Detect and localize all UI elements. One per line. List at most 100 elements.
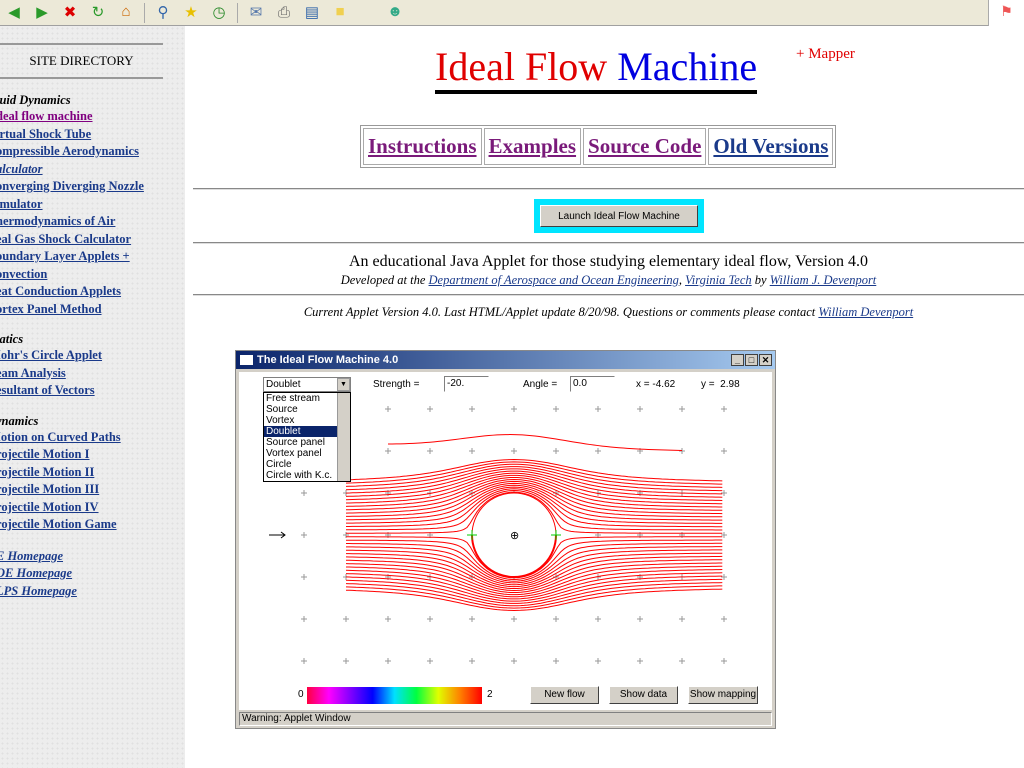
sidebar-link[interactable]: hermodynamics of Air (0, 213, 185, 231)
sidebar-link[interactable]: eat Conduction Applets (0, 283, 185, 301)
dropdown-option[interactable]: Source panel (264, 437, 338, 448)
forward-icon[interactable]: ▶ (31, 3, 53, 23)
sidebar-link[interactable]: eal Gas Shock Calculator (0, 231, 185, 249)
dropdown-option[interactable]: Source (264, 404, 338, 415)
refresh-icon[interactable]: ↻ (87, 3, 109, 23)
edit-icon[interactable]: ▤ (301, 3, 323, 23)
sidebar-link[interactable]: E Homepage (0, 548, 185, 566)
grid-marker (469, 406, 475, 412)
sidebar-link[interactable]: rojectile Motion IV (0, 499, 185, 517)
back-icon[interactable]: ◀ (3, 3, 25, 23)
grid-marker (637, 616, 643, 622)
sidebar-link[interactable]: onvection (0, 266, 185, 284)
sidebar-link[interactable]: onverging Diverging Nozzle (0, 178, 185, 196)
sidebar-link[interactable]: ompressible Aerodynamics (0, 143, 185, 161)
dropdown-option[interactable]: Doublet (264, 426, 338, 437)
grid-marker (679, 658, 685, 664)
scale-max: 2 (487, 689, 493, 700)
dropdown-option[interactable]: Circle (264, 459, 338, 470)
grid-marker (301, 490, 307, 496)
grid-marker (553, 448, 559, 454)
nav-instructions[interactable]: Instructions (363, 128, 482, 165)
dropdown-option[interactable]: Circle with K.c. (264, 470, 338, 481)
sidebar-link[interactable]: rojectile Motion Game (0, 516, 185, 534)
grid-marker (385, 448, 391, 454)
nav-examples[interactable]: Examples (483, 128, 582, 165)
angle-input[interactable]: 0.0 (570, 376, 615, 392)
dropdown-option[interactable]: Vortex (264, 415, 338, 426)
sidebar-link[interactable]: esultant of Vectors (0, 382, 185, 400)
element-select[interactable]: Doublet ▼ (263, 377, 351, 392)
launch-button[interactable]: Launch Ideal Flow Machine (540, 205, 698, 227)
version-line: Current Applet Version 4.0. Last HTML/Ap… (193, 305, 1024, 320)
sidebar-section-heading: tatics (0, 332, 24, 346)
close-icon[interactable]: ✕ (759, 354, 772, 366)
sidebar-link[interactable]: rojectile Motion I (0, 446, 185, 464)
grid-marker (679, 448, 685, 454)
minimize-icon[interactable]: _ (731, 354, 744, 366)
sidebar-link[interactable]: Iohr's Circle Applet (0, 347, 185, 365)
doublet-marker-icon[interactable]: ⊕ (510, 530, 519, 542)
applet-titlebar[interactable]: The Ideal Flow Machine 4.0 _ □ ✕ (236, 351, 775, 369)
grid-marker (679, 406, 685, 412)
sidebar-link[interactable]: irtual Shock Tube (0, 126, 185, 144)
stop-icon[interactable]: ✖ (59, 3, 81, 23)
contact-link[interactable]: William Devenport (818, 305, 913, 319)
sidebar-link[interactable]: alculator (0, 161, 185, 179)
sidebar-link[interactable]: deal flow machine (0, 108, 185, 126)
nav-source-code[interactable]: Source Code (583, 128, 707, 165)
sidebar-link[interactable]: imulator (0, 196, 185, 214)
dropdown-option[interactable]: Vortex panel (264, 448, 338, 459)
scrollbar[interactable] (337, 393, 350, 481)
divider (193, 294, 1024, 296)
maximize-icon[interactable]: □ (745, 354, 758, 366)
author-link[interactable]: William J. Devenport (770, 273, 877, 287)
browser-toolbar: ◀ ▶ ✖ ↻ ⌂ ⚲ ★ ◷ ✉ ⎙ ▤ ■ ☻ ⚑ (0, 0, 1024, 26)
dept-link[interactable]: Department of Aerospace and Ocean Engine… (429, 273, 679, 287)
grid-marker (427, 616, 433, 622)
divider (193, 242, 1024, 244)
sidebar-link[interactable]: oundary Layer Applets + (0, 248, 185, 266)
sidebar-link[interactable]: rojectile Motion III (0, 481, 185, 499)
print-icon[interactable]: ⎙ (273, 3, 295, 23)
sidebar-link[interactable]: OE Homepage (0, 565, 185, 583)
dev-prefix: Developed at the (340, 273, 429, 287)
toolbar-divider (144, 2, 145, 23)
favorites-icon[interactable]: ★ (180, 3, 202, 23)
sidebar-links: luid Dynamics deal flow machine irtual Sho… (0, 93, 185, 600)
show-mapping-button[interactable]: Show mapping (688, 686, 758, 704)
nav-old-versions[interactable]: Old Versions (708, 128, 834, 165)
vt-link[interactable]: Virginia Tech (685, 273, 752, 287)
dropdown-option[interactable]: Free stream (264, 393, 338, 404)
messenger-icon[interactable]: ☻ (384, 3, 406, 23)
grid-marker (385, 406, 391, 412)
x-readout: x = -4.62 (636, 379, 676, 390)
show-data-button[interactable]: Show data (609, 686, 678, 704)
strength-input[interactable]: -20. (444, 376, 489, 392)
title-blue: Machine (617, 44, 758, 89)
grid-marker (469, 616, 475, 622)
sidebar-link[interactable]: LPS Homepage (0, 583, 185, 601)
element-dropdown-list[interactable]: Free stream Source Vortex Doublet Source pan… (263, 392, 351, 482)
windows-logo-icon: ⚑ (988, 0, 1024, 26)
search-icon[interactable]: ⚲ (152, 3, 174, 23)
sidebar-link[interactable]: ortex Panel Method (0, 301, 185, 319)
nav-table: Instructions Examples Source Code Old Ve… (360, 125, 837, 168)
new-flow-button[interactable]: New flow (530, 686, 599, 704)
mail-icon[interactable]: ✉ (245, 3, 267, 23)
history-icon[interactable]: ◷ (208, 3, 230, 23)
chevron-down-icon[interactable]: ▼ (337, 378, 350, 391)
sidebar-section-heading: ynamics (0, 413, 39, 428)
grid-marker (511, 406, 517, 412)
home-icon[interactable]: ⌂ (115, 3, 137, 23)
sidebar-link[interactable]: Iotion on Curved Paths (0, 429, 185, 447)
sidebar-section-heading: luid Dynamics (0, 93, 71, 107)
flow-canvas[interactable]: ⊕ Doublet ▼ Free stream Source Vortex Double… (239, 372, 772, 710)
sidebar-link[interactable]: rojectile Motion II (0, 464, 185, 482)
grid-marker (301, 574, 307, 580)
grid-marker (721, 406, 727, 412)
site-directory-heading: SITE DIRECTORY (29, 53, 134, 68)
divider (193, 188, 1024, 190)
sidebar-link[interactable]: eam Analysis (0, 365, 185, 383)
notes-icon[interactable]: ■ (329, 3, 351, 23)
